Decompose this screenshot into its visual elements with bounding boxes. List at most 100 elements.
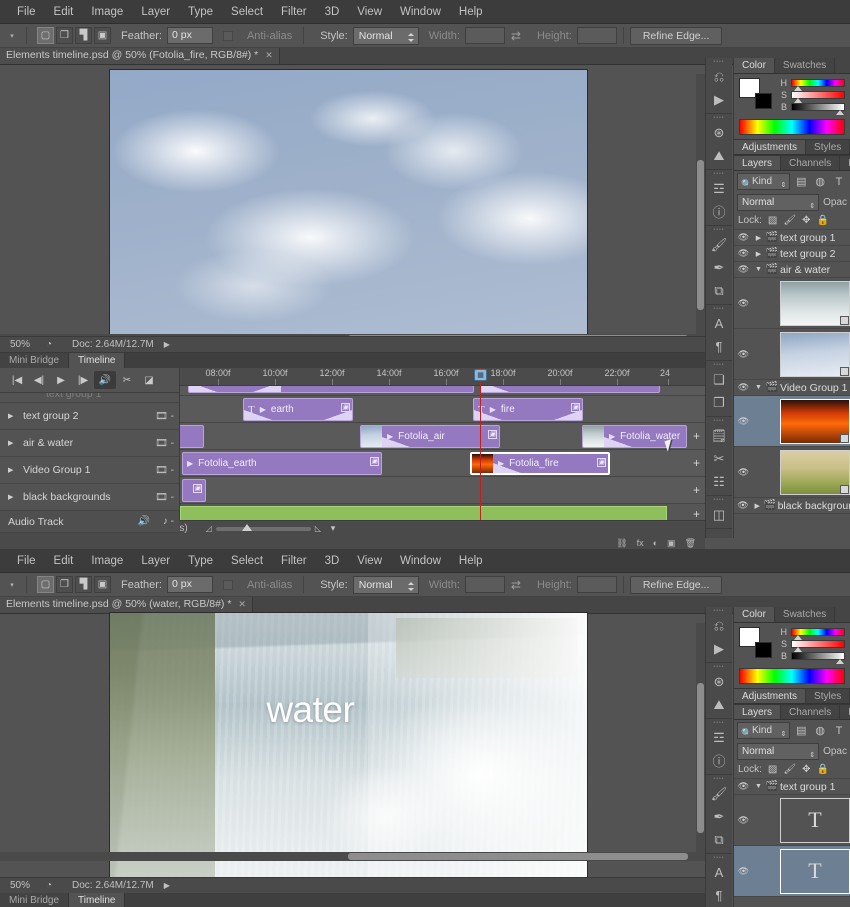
track-header-text-group-2[interactable]: ▶ text group 2 🎞 -	[0, 403, 179, 430]
timeline-panel-tabs-bottom[interactable]: Mini Bridge Timeline	[0, 893, 705, 907]
height-input[interactable]	[576, 576, 617, 593]
dock-grip[interactable]: ••••	[706, 170, 732, 177]
filmstrip-icon[interactable]: 🎞 -	[155, 465, 179, 476]
menu-item-help[interactable]: Help	[450, 549, 492, 573]
eye-icon[interactable]: 👁	[734, 815, 753, 826]
color-swatches[interactable]	[739, 78, 772, 109]
menu-item-edit[interactable]: Edit	[45, 549, 83, 573]
dock-grip[interactable]: ••••	[706, 496, 732, 503]
clip-end-handle[interactable]: ▣	[193, 484, 202, 493]
add-selection-icon[interactable]: ❐	[56, 576, 73, 593]
brightness-slider-row[interactable]: B	[778, 102, 845, 115]
style-select[interactable]: Normal	[352, 26, 419, 45]
timeline-options-icon[interactable]: ▾	[321, 523, 345, 534]
timeline-clip-fotolia-earth[interactable]: ▶ Fotolia_earth ▣	[182, 452, 382, 475]
chevron-right-icon[interactable]: ▶	[753, 250, 764, 258]
layer-filter-kind-select[interactable]: 🔍 Kind ⇕	[737, 173, 791, 193]
selection-mode-group[interactable]: ▢ ❐ ▜ ▣	[37, 576, 111, 593]
notes-icon[interactable]: 🗒	[706, 424, 732, 447]
eye-icon[interactable]: 👁	[734, 500, 752, 511]
clip-end-handle[interactable]: ▣	[597, 458, 606, 467]
lock-image-icon[interactable]: 🖌	[783, 215, 796, 226]
timeline-clip[interactable]	[188, 386, 474, 393]
filmstrip-icon[interactable]: 🎞 -	[155, 438, 179, 449]
layer-thumbnail[interactable]	[780, 449, 850, 495]
tab-color[interactable]: Color	[734, 58, 775, 73]
filter-adjustment-icon[interactable]: ◍	[812, 173, 828, 190]
clip-end-handle[interactable]: ▣	[370, 457, 379, 466]
layer-row-thumb-fire[interactable]: 👁	[734, 396, 850, 447]
lock-transparent-icon[interactable]: ▨	[768, 764, 777, 775]
fade-out-handle[interactable]	[253, 386, 281, 392]
layer-filter-kind-select[interactable]: 🔍 Kind ⇕	[737, 722, 791, 742]
fade-in-handle[interactable]	[481, 386, 509, 392]
info-icon[interactable]: ⓘ	[706, 749, 732, 772]
track-header-air-water[interactable]: ▶ air & water 🎞 -	[0, 430, 179, 457]
color-spectrum-ramp[interactable]	[739, 668, 845, 684]
brush-presets-icon[interactable]: ✒	[706, 805, 732, 828]
tool-preset-icon[interactable]: ▾	[4, 581, 20, 589]
track-header-video-group-1[interactable]: ▶ Video Group 1 🎞 -	[0, 457, 179, 484]
layer-row-type-1[interactable]: 👁 T	[734, 795, 850, 846]
track-header-black-backgrounds[interactable]: ▶ black backgrounds 🎞 -	[0, 484, 179, 511]
chevron-down-icon[interactable]: ⇕	[809, 199, 815, 214]
chevron-right-icon[interactable]: ▶	[8, 466, 15, 474]
dock-grip[interactable]: ••••	[706, 417, 732, 424]
menu-item-view[interactable]: View	[348, 549, 391, 573]
layer-row-thumb-wheat[interactable]: 👁	[734, 447, 850, 498]
fade-in-handle[interactable]	[189, 386, 217, 392]
history-icon[interactable]: ⎌	[706, 65, 732, 88]
filter-adjustment-icon[interactable]: ◍	[812, 722, 828, 739]
clip-lane-text-group-1-partial[interactable]	[180, 386, 705, 396]
close-icon[interactable]: ✕	[238, 596, 246, 613]
layers-panel-tabs[interactable]: Layers Channels Paths	[734, 155, 850, 171]
saturation-slider-row[interactable]: S	[778, 639, 845, 652]
fade-in-handle[interactable]	[474, 410, 502, 420]
scroll-thumb[interactable]	[697, 683, 704, 833]
timeline-clip-partial[interactable]	[180, 425, 204, 448]
hue-slider[interactable]	[791, 79, 845, 91]
histogram-icon[interactable]: ⛰	[706, 144, 732, 167]
split-clip-button[interactable]: ✂	[116, 371, 138, 389]
lock-image-icon[interactable]: 🖌	[783, 764, 796, 775]
timeline-clip[interactable]	[480, 386, 660, 393]
layers-panel-tabs-bottom[interactable]: Layers Channels Paths	[734, 704, 850, 720]
track-header-audio[interactable]: Audio Track 🔊 ♪ -	[0, 511, 179, 533]
timeline-clip-earth[interactable]: T ▶ earth ▣	[243, 398, 353, 421]
canvas-vscrollbar-bottom[interactable]	[696, 623, 705, 861]
zoom-out-icon[interactable]: ◿	[206, 524, 212, 533]
tab-timeline[interactable]: Timeline	[69, 353, 126, 368]
new-selection-icon[interactable]: ▢	[37, 576, 54, 593]
menu-item-type[interactable]: Type	[179, 549, 222, 573]
eye-icon[interactable]: 👁	[734, 248, 753, 259]
dock-grip[interactable]: ••••	[706, 719, 732, 726]
eye-icon[interactable]: 👁	[734, 866, 753, 877]
lock-position-icon[interactable]: ✥	[802, 764, 810, 775]
paragraph-icon[interactable]: ¶	[706, 335, 732, 358]
timeline-panel-tabs[interactable]: Mini Bridge Timeline	[0, 353, 705, 368]
mask-icon[interactable]: ◐	[653, 538, 658, 548]
saturation-slider-row[interactable]: S	[778, 90, 845, 103]
menu-item-window[interactable]: Window	[391, 549, 450, 573]
lock-all-icon[interactable]: 🔒	[816, 764, 828, 775]
eye-icon[interactable]: 👁	[734, 232, 753, 243]
layer-row-air-water[interactable]: 👁 ▼ 🎬 air & water	[734, 262, 850, 278]
adjustments-panel-tabs-bottom[interactable]: Adjustments Styles	[734, 688, 850, 704]
properties-icon[interactable]: ☲	[706, 726, 732, 749]
chevron-down-icon[interactable]: ▼	[753, 783, 764, 790]
tab-layers[interactable]: Layers	[734, 156, 782, 170]
chevron-down-icon[interactable]: ⇕	[780, 727, 786, 742]
chevron-right-icon[interactable]: ▶	[752, 502, 762, 510]
add-media-button[interactable]: +	[691, 457, 702, 469]
document-tab-bottom[interactable]: Elements timeline.psd @ 50% (water, RGB/…	[0, 596, 253, 613]
background-color-swatch[interactable]	[755, 93, 772, 109]
actions-icon[interactable]: ▶	[706, 637, 732, 660]
selection-mode-group[interactable]: ▢ ❐ ▜ ▣	[37, 27, 111, 44]
close-icon[interactable]: ✕	[265, 47, 273, 64]
chevron-down-icon[interactable]: ⇕	[780, 178, 786, 193]
feather-input[interactable]: 0 px	[166, 27, 213, 44]
layer-row-text-group-1-bottom[interactable]: 👁 ▼ 🎬 text group 1	[734, 779, 850, 795]
saturation-slider[interactable]	[791, 640, 845, 652]
tab-timeline[interactable]: Timeline	[69, 893, 126, 907]
fx-icon[interactable]: fx	[637, 538, 644, 548]
